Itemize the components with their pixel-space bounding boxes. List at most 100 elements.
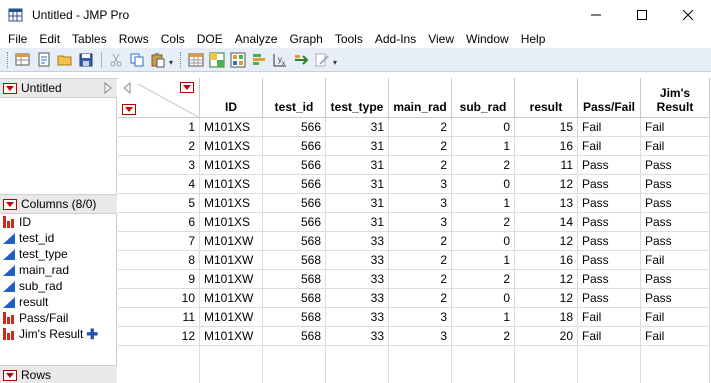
copy-icon[interactable] [127, 50, 147, 70]
table-cell[interactable]: 1 [452, 251, 515, 270]
table-cell[interactable]: 2 [452, 213, 515, 232]
menu-tools[interactable]: Tools [329, 30, 369, 48]
table-cell[interactable]: 0 [452, 175, 515, 194]
table-cell[interactable]: 33 [326, 289, 389, 308]
table-cell[interactable]: 568 [263, 327, 326, 346]
row-number[interactable]: 12 [118, 327, 200, 346]
fit-model-icon[interactable] [291, 50, 311, 70]
table-cell[interactable]: Pass [578, 194, 641, 213]
table-cell[interactable]: 0 [452, 289, 515, 308]
column-header[interactable]: ID [200, 78, 263, 118]
table-cell[interactable]: Pass [578, 213, 641, 232]
table-cell[interactable]: M101XS [200, 213, 263, 232]
table-cell[interactable]: 2 [389, 270, 452, 289]
grid-corner[interactable] [118, 78, 200, 118]
table-cell[interactable]: 2 [389, 251, 452, 270]
table-cell[interactable]: 12 [515, 289, 578, 308]
empty-cell[interactable] [326, 346, 389, 383]
table-cell[interactable]: M101XS [200, 175, 263, 194]
table-cell[interactable]: 0 [452, 118, 515, 137]
table-cell[interactable]: M101XS [200, 194, 263, 213]
table-cell[interactable]: 31 [326, 194, 389, 213]
table-cell[interactable]: 33 [326, 327, 389, 346]
table-cell[interactable]: 33 [326, 308, 389, 327]
table-cell[interactable]: Pass [578, 175, 641, 194]
table-cell[interactable]: 15 [515, 118, 578, 137]
toolbar-overflow-icon[interactable]: ▾ [169, 58, 173, 67]
row-number[interactable]: 7 [118, 232, 200, 251]
table-cell[interactable]: 1 [452, 137, 515, 156]
new-script-icon[interactable] [34, 50, 54, 70]
table-cell[interactable]: 1 [452, 308, 515, 327]
table-cell[interactable]: Fail [641, 251, 710, 270]
table-cell[interactable]: M101XS [200, 156, 263, 175]
row-number[interactable]: 8 [118, 251, 200, 270]
toolbar-overflow-icon[interactable]: ▾ [333, 58, 337, 67]
column-header[interactable]: sub_rad [452, 78, 515, 118]
table-cell[interactable]: 2 [452, 156, 515, 175]
table-cell[interactable]: Pass [641, 270, 710, 289]
table-cell[interactable]: 2 [452, 270, 515, 289]
table-cell[interactable]: 16 [515, 251, 578, 270]
column-list-item[interactable]: result [0, 294, 117, 310]
table-cell[interactable]: 3 [389, 308, 452, 327]
table-cell[interactable]: 1 [452, 194, 515, 213]
row-number[interactable]: 9 [118, 270, 200, 289]
table-cell[interactable]: 14 [515, 213, 578, 232]
toolbar-grip[interactable] [7, 51, 10, 68]
table-cell[interactable]: 18 [515, 308, 578, 327]
column-header[interactable]: test_type [326, 78, 389, 118]
table-cell[interactable]: Pass [578, 270, 641, 289]
column-list-item[interactable]: test_type [0, 246, 117, 262]
rows-panel-header[interactable]: Rows [0, 365, 117, 383]
table-cell[interactable]: M101XW [200, 232, 263, 251]
close-button[interactable] [665, 0, 711, 30]
column-header[interactable]: result [515, 78, 578, 118]
table-cell[interactable]: 31 [326, 137, 389, 156]
menu-add-ins[interactable]: Add-Ins [369, 30, 422, 48]
table-cell[interactable]: 12 [515, 175, 578, 194]
table-cell[interactable]: M101XW [200, 270, 263, 289]
empty-cell[interactable] [452, 346, 515, 383]
table-cell[interactable]: 2 [389, 118, 452, 137]
table-cell[interactable]: Fail [578, 118, 641, 137]
table-cell[interactable]: 33 [326, 251, 389, 270]
table-cell[interactable]: 3 [389, 194, 452, 213]
table-cell[interactable]: 16 [515, 137, 578, 156]
empty-cell[interactable] [118, 346, 200, 383]
table-cell[interactable]: Pass [641, 232, 710, 251]
table-cell[interactable]: Fail [578, 327, 641, 346]
table-cell[interactable]: 3 [389, 213, 452, 232]
table-cell[interactable]: Fail [578, 137, 641, 156]
table-cell[interactable]: Pass [578, 251, 641, 270]
table-cell[interactable]: 2 [452, 327, 515, 346]
table-cell[interactable]: 566 [263, 213, 326, 232]
save-icon[interactable] [76, 50, 96, 70]
new-data-table-icon[interactable] [13, 50, 33, 70]
row-number[interactable]: 10 [118, 289, 200, 308]
table-cell[interactable]: M101XS [200, 137, 263, 156]
tabulate-icon[interactable] [207, 50, 227, 70]
table-cell[interactable]: M101XS [200, 118, 263, 137]
table-panel-header[interactable]: Untitled [0, 78, 117, 98]
table-cell[interactable]: 566 [263, 118, 326, 137]
table-cell[interactable]: 20 [515, 327, 578, 346]
menu-cols[interactable]: Cols [155, 30, 191, 48]
table-cell[interactable]: Pass [578, 289, 641, 308]
table-cell[interactable]: M101XW [200, 251, 263, 270]
fit-y-by-x-icon[interactable]: yx [270, 50, 290, 70]
table-cell[interactable]: 0 [452, 232, 515, 251]
table-cell[interactable]: 31 [326, 118, 389, 137]
table-cell[interactable]: 3 [389, 175, 452, 194]
column-list-item[interactable]: sub_rad [0, 278, 117, 294]
minimize-button[interactable] [573, 0, 619, 30]
table-cell[interactable]: 566 [263, 175, 326, 194]
table-cell[interactable]: 568 [263, 270, 326, 289]
table-cell[interactable]: 568 [263, 232, 326, 251]
table-cell[interactable]: Fail [578, 308, 641, 327]
table-cell[interactable]: Pass [641, 213, 710, 232]
rows-red-triangle-icon[interactable] [122, 104, 136, 115]
table-cell[interactable]: 2 [389, 156, 452, 175]
menu-edit[interactable]: Edit [33, 30, 66, 48]
script-edit-icon[interactable] [312, 50, 332, 70]
